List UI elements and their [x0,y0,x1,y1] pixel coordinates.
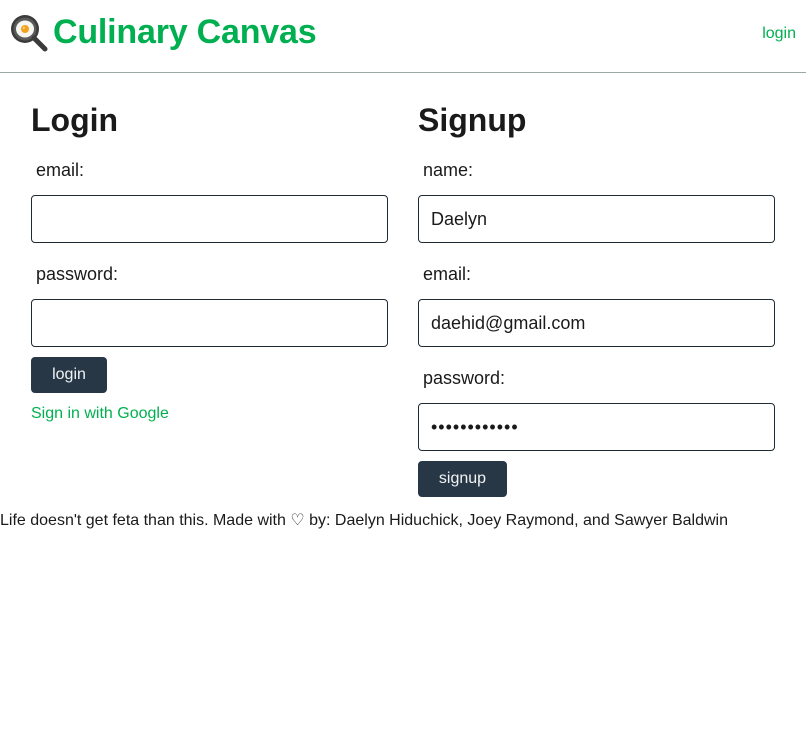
signup-email-input[interactable] [418,299,775,347]
signup-name-input[interactable] [418,195,775,243]
login-password-label: password: [36,264,119,284]
header-login-link[interactable]: login [762,25,796,43]
signup-button[interactable]: signup [418,461,507,497]
frying-pan-egg-icon [8,12,48,52]
google-signin-link[interactable]: Sign in with Google [31,405,169,423]
footer: Life doesn't get feta than this. Made wi… [0,511,806,531]
signup-password-input[interactable] [418,403,775,451]
heart-icon: ♡ [290,512,305,529]
signup-email-label: email: [423,264,472,284]
site-header: Culinary Canvas login [0,0,806,73]
login-button[interactable]: login [31,357,107,393]
brand-title: Culinary Canvas [53,12,317,51]
footer-credits: by: Daelyn Hiduchick, Joey Raymond, and … [304,512,728,529]
signup-name-label: name: [423,160,474,180]
login-heading: Login [31,102,119,138]
brand[interactable]: Culinary Canvas [8,10,317,54]
login-email-input[interactable] [31,195,388,243]
signup-password-label: password: [423,368,506,388]
login-email-label: email: [36,160,85,180]
footer-text-start: Life doesn't get feta than this. Made wi… [0,512,291,529]
login-password-input[interactable] [31,299,388,347]
signup-heading: Signup [418,102,527,138]
